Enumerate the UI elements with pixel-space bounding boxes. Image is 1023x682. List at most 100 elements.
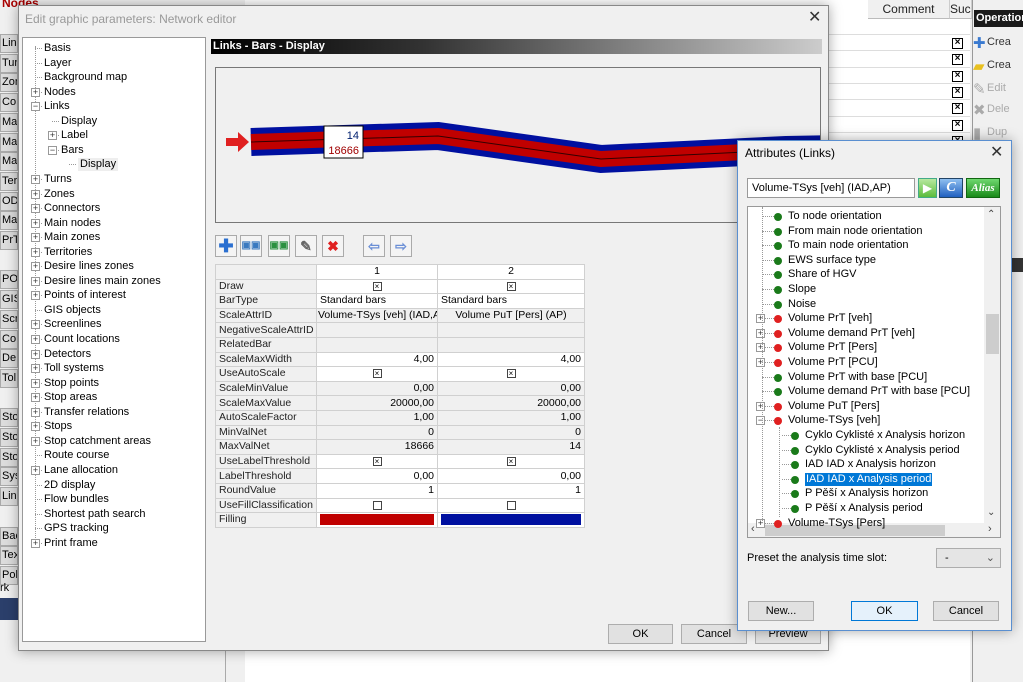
expand-icon[interactable]: +: [31, 204, 40, 214]
left-list-button[interactable]: Sto: [0, 408, 18, 428]
left-list-button[interactable]: Ma: [0, 112, 18, 132]
expand-icon[interactable]: +: [756, 401, 765, 411]
value-cell[interactable]: 1,00: [437, 409, 585, 426]
expand-icon[interactable]: +: [31, 407, 40, 417]
attribute-item[interactable]: Volume PrT with base [PCU]: [788, 371, 927, 384]
checkbox-cell[interactable]: ×: [316, 453, 438, 470]
value-cell[interactable]: 20000,00: [316, 395, 438, 411]
expand-icon[interactable]: +: [31, 538, 40, 548]
success-checkbox[interactable]: ×: [952, 70, 963, 82]
attribute-item[interactable]: Volume PrT [PCU]: [788, 356, 878, 369]
attribute-item[interactable]: Noise: [788, 298, 816, 311]
scroll-right-icon[interactable]: ›: [988, 523, 992, 535]
tree-item[interactable]: Desire lines zones: [44, 260, 134, 273]
value-cell[interactable]: 4,00: [316, 351, 438, 368]
left-list-button[interactable]: Ma: [0, 152, 18, 172]
value-cell[interactable]: 0,00: [437, 380, 585, 397]
bar-parameters-table[interactable]: 1 2 Draw × × BarType Standard bars Standard bar…: [215, 264, 585, 528]
attribute-item[interactable]: Share of HGV: [788, 268, 856, 281]
expand-icon[interactable]: +: [31, 291, 40, 301]
checked-checkbox[interactable]: ×: [372, 281, 382, 291]
tree-item[interactable]: GPS tracking: [44, 522, 109, 535]
value-cell[interactable]: 0: [437, 424, 585, 441]
expand-icon[interactable]: +: [756, 343, 765, 353]
checked-checkbox[interactable]: ×: [506, 369, 516, 379]
scroll-left-icon[interactable]: ‹: [751, 523, 755, 535]
left-list-button[interactable]: Sto: [0, 447, 18, 467]
tree-item[interactable]: Territories: [44, 246, 92, 259]
move-right-button[interactable]: ⇨: [390, 235, 412, 257]
attribute-input[interactable]: Volume-TSys [veh] (IAD,AP): [747, 178, 915, 198]
checkbox-cell[interactable]: [316, 497, 438, 514]
checkbox-cell[interactable]: ×: [437, 366, 585, 382]
expand-icon[interactable]: +: [31, 378, 40, 388]
attribute-item[interactable]: P Pěší x Analysis horizon: [805, 487, 928, 500]
expand-icon[interactable]: +: [756, 314, 765, 324]
tree-item[interactable]: Stop catchment areas: [44, 435, 151, 448]
expand-icon[interactable]: +: [31, 276, 40, 286]
attribute-item[interactable]: Volume-TSys [veh]: [788, 414, 880, 427]
attribute-item[interactable]: To main node orientation: [788, 239, 908, 252]
expand-icon[interactable]: +: [31, 87, 40, 97]
expand-icon[interactable]: +: [31, 320, 40, 330]
tree-item[interactable]: Turns: [44, 173, 72, 186]
add-bar-button[interactable]: ✚: [215, 235, 237, 257]
alias-button[interactable]: Alias: [966, 178, 1000, 198]
unchecked-checkbox[interactable]: [506, 500, 516, 510]
tree-item[interactable]: Stops: [44, 420, 72, 433]
background-scrollbar[interactable]: [225, 650, 245, 682]
tree-item[interactable]: Screenlines: [44, 318, 101, 331]
apply-button[interactable]: ▶: [918, 178, 937, 198]
tree-item[interactable]: Stop points: [44, 377, 99, 390]
new-button[interactable]: New...: [748, 601, 814, 621]
expand-icon[interactable]: +: [756, 358, 765, 367]
success-checkbox[interactable]: ×: [952, 38, 963, 49]
value-cell[interactable]: 4,00: [437, 351, 585, 368]
left-list-button[interactable]: Co: [0, 329, 18, 349]
tree-item[interactable]: Shortest path search: [44, 508, 146, 521]
success-checkbox[interactable]: ×: [952, 119, 963, 131]
tree-item[interactable]: Display: [61, 115, 97, 128]
left-list-button[interactable]: PO: [0, 270, 18, 290]
expand-icon[interactable]: +: [31, 335, 40, 344]
expand-icon[interactable]: +: [31, 233, 40, 243]
checkbox-cell[interactable]: ×: [437, 453, 585, 470]
tree-item[interactable]: Stop areas: [44, 391, 97, 404]
tree-item[interactable]: Count locations: [44, 333, 120, 346]
operation-item[interactable]: Dele: [987, 103, 1010, 115]
attribute-item[interactable]: Cyklo Cyklisté x Analysis period: [805, 444, 960, 457]
left-list-button[interactable]: Lin: [0, 34, 18, 53]
value-cell[interactable]: Volume-TSys [veh] (IAD,AP): [316, 307, 438, 324]
attribute-item[interactable]: From main node orientation: [788, 225, 923, 238]
value-cell[interactable]: [316, 322, 438, 338]
operation-item[interactable]: Crea: [987, 36, 1011, 48]
tree-item[interactable]: Main zones: [44, 231, 100, 244]
scroll-down-icon[interactable]: ⌄: [987, 507, 995, 518]
collapse-icon[interactable]: −: [756, 416, 765, 426]
tree-item[interactable]: Desire lines main zones: [44, 275, 161, 288]
left-list-button[interactable]: Scr: [0, 309, 18, 329]
tree-item[interactable]: Detectors: [44, 348, 91, 361]
tree-item[interactable]: Points of interest: [44, 289, 126, 302]
success-checkbox[interactable]: ×: [952, 54, 963, 66]
checked-checkbox[interactable]: ×: [506, 456, 516, 466]
tree-item[interactable]: GIS objects: [44, 304, 101, 317]
vertical-scrollbar[interactable]: ⌃ ⌄: [984, 207, 1000, 523]
expand-icon[interactable]: +: [31, 262, 40, 272]
left-list-button[interactable]: GIS: [0, 290, 18, 310]
left-list-button[interactable]: Ma: [0, 211, 18, 231]
operation-item[interactable]: Dup: [987, 126, 1007, 138]
left-list-button[interactable]: OD: [0, 191, 18, 211]
value-cell[interactable]: 0,00: [437, 468, 585, 484]
attribute-item[interactable]: P Pěší x Analysis period: [805, 502, 923, 515]
attribute-item[interactable]: Slope: [788, 283, 816, 296]
tree-item[interactable]: Main nodes: [44, 217, 101, 230]
expand-icon[interactable]: +: [31, 465, 40, 475]
value-cell[interactable]: Standard bars: [316, 293, 438, 309]
attribute-item[interactable]: IAD IAD x Analysis horizon: [805, 458, 936, 471]
left-list-button[interactable]: Bac: [0, 526, 18, 546]
close-icon[interactable]: ✕: [808, 10, 821, 26]
tree-item[interactable]: Layer: [44, 57, 72, 70]
column-header[interactable]: 2: [437, 264, 585, 280]
left-list-button[interactable]: Co: [0, 93, 18, 113]
